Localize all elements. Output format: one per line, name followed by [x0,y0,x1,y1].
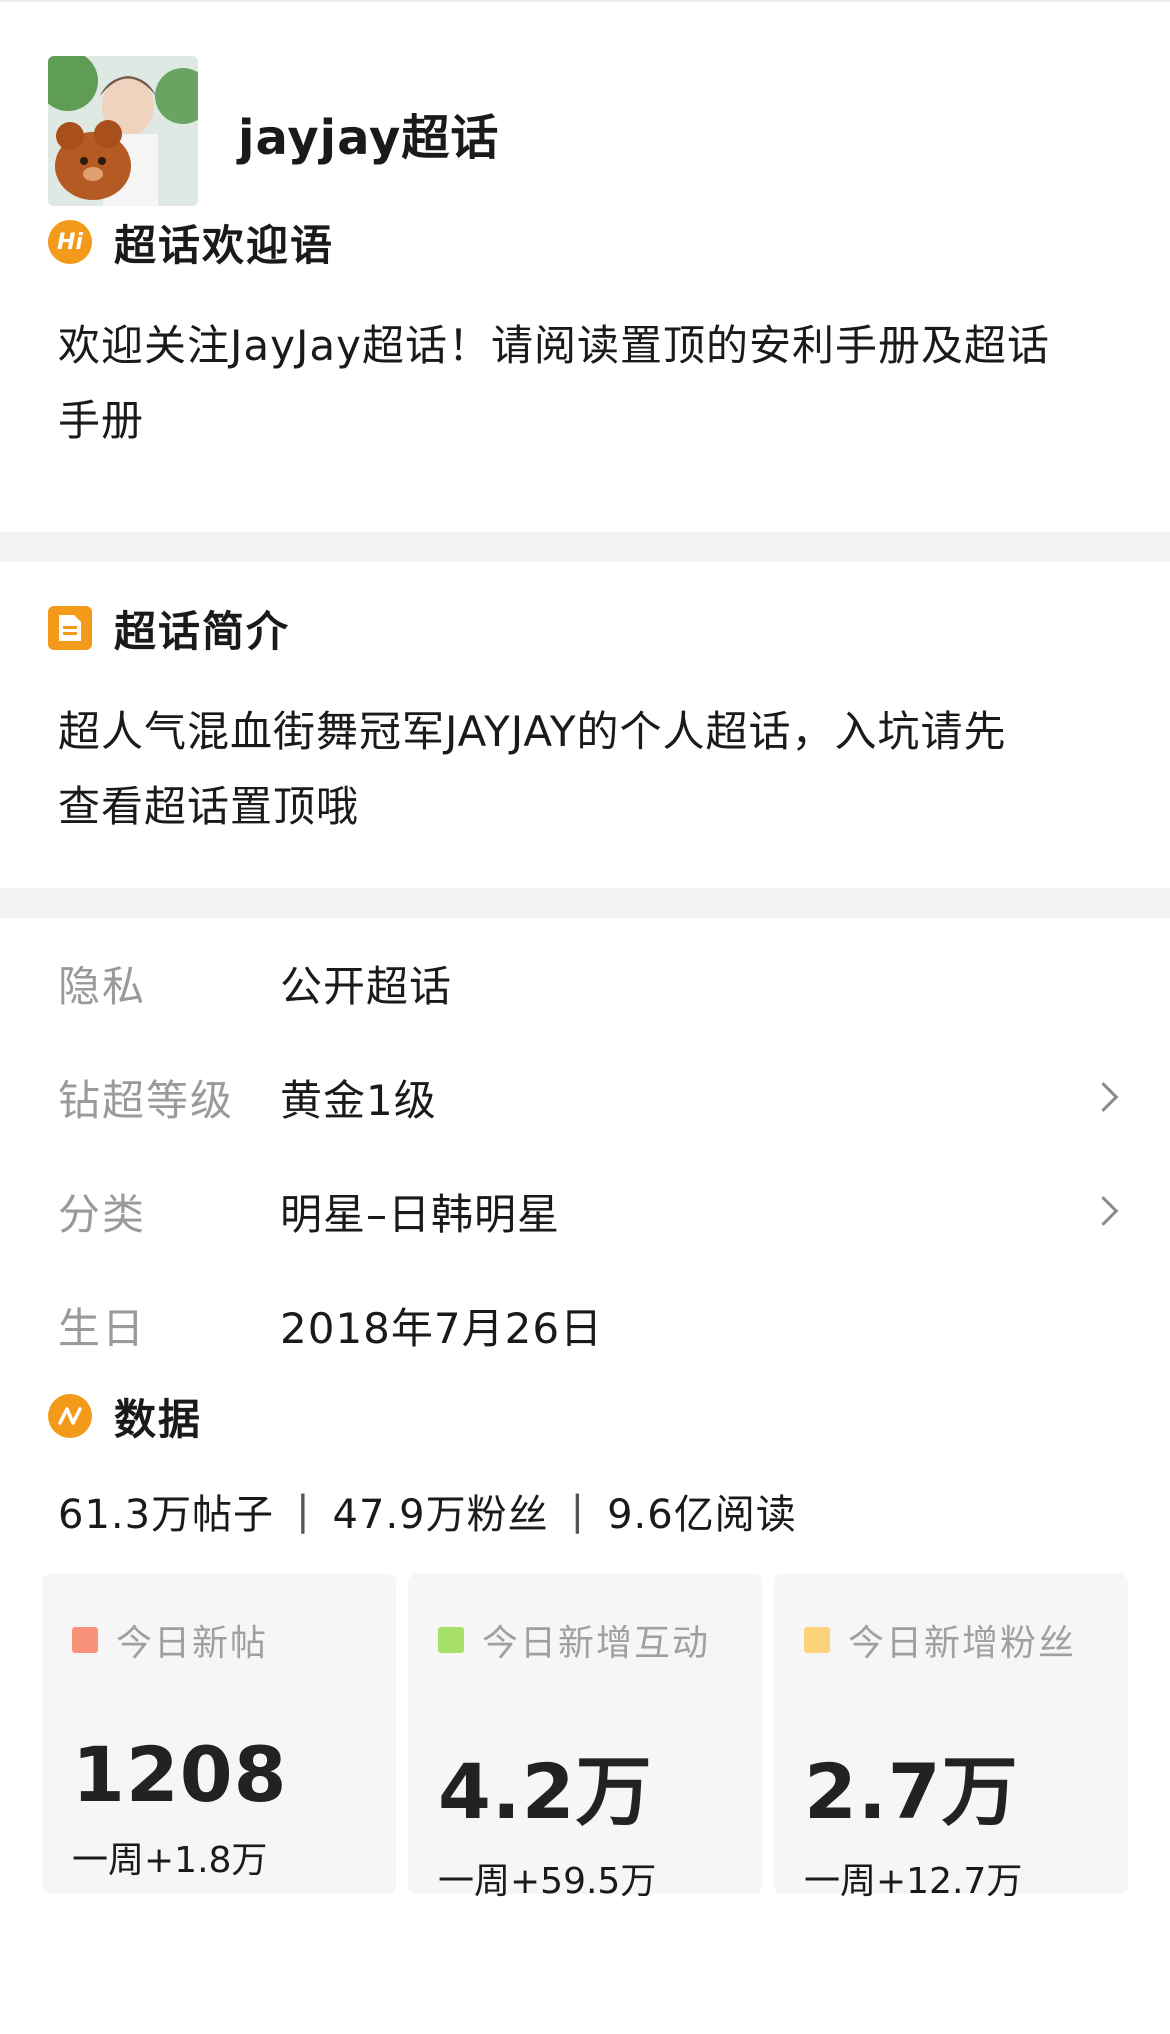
info-value: 明星–日韩明星 [280,1189,561,1239]
color-swatch [804,1627,830,1653]
card-weekly: 一周+12.7万 [804,1861,1023,1902]
card-label-row: 今日新帖 [72,1614,396,1666]
card-weekly: 一周+59.5万 [438,1861,657,1902]
info-row-privacy: 隐私 公开超话 [0,926,1170,1040]
data-section: 数据 61.3万帖子 | 47.9万粉丝 | 9.6亿阅读 今日新帖 1208 … [0,1382,1170,1902]
chevron-right-icon[interactable] [1088,1082,1119,1112]
intro-heading: 超话简介 [114,606,291,656]
info-list: 隐私 公开超话 钻超等级 黄金1级 分类 明星–日韩明星 生日 2018年7月2… [0,918,1170,1382]
welcome-line-2: 手册 [58,396,145,445]
intro-line-2: 查看超话置顶哦 [58,782,360,831]
stat-card-fans[interactable]: 今日新增粉丝 2.7万 一周+12.7万 [774,1574,1128,1902]
intro-heading-row: 超话简介 [0,598,1170,658]
welcome-section: Hi 超话欢迎语 欢迎关注JayJay超话！请阅读置顶的安利手册及超话 手册 [0,212,1170,532]
welcome-heading: 超话欢迎语 [114,220,335,270]
section-divider [0,888,1170,918]
intro-line-1: 超人气混血街舞冠军JAYJAY的个人超话，入坑请先 [58,707,1007,756]
posts-count: 61.3万帖子 [58,1492,275,1538]
page-title: jayjay超话 [238,110,500,166]
card-label-row: 今日新增粉丝 [804,1614,1128,1666]
info-label: 钻超等级 [58,1075,235,1125]
hi-icon: Hi [48,220,92,264]
card-weekly: 一周+1.8万 [72,1840,268,1881]
card-label-row: 今日新增互动 [438,1614,762,1666]
card-value: 1208 [72,1730,288,1819]
card-value: 2.7万 [804,1747,1019,1836]
info-label: 生日 [58,1303,147,1353]
info-row-category[interactable]: 分类 明星–日韩明星 [0,1154,1170,1268]
stat-card-interactions[interactable]: 今日新增互动 4.2万 一周+59.5万 [408,1574,762,1902]
info-label: 隐私 [58,961,147,1011]
separator: | [570,1488,586,1534]
info-label: 分类 [58,1189,147,1239]
info-value: 公开超话 [280,961,453,1011]
stat-card-posts[interactable]: 今日新帖 1208 一周+1.8万 [42,1574,396,1894]
reads-count: 9.6亿阅读 [607,1492,797,1538]
section-divider [0,532,1170,562]
card-label: 今日新帖 [116,1623,269,1664]
info-value: 2018年7月26日 [280,1303,604,1353]
stats-summary: 61.3万帖子 | 47.9万粉丝 | 9.6亿阅读 [0,1466,1170,1556]
welcome-heading-row: Hi 超话欢迎语 [0,212,1170,272]
document-icon [48,606,92,650]
avatar[interactable] [48,56,198,206]
chevron-right-icon[interactable] [1088,1196,1119,1226]
stats-cards: 今日新帖 1208 一周+1.8万 今日新增互动 4.2万 一周+59.5万 今… [0,1556,1170,1902]
color-swatch [438,1627,464,1653]
data-heading-row: 数据 [0,1386,1170,1446]
card-label: 今日新增互动 [482,1623,711,1664]
data-icon [48,1394,92,1438]
card-label: 今日新增粉丝 [848,1623,1077,1664]
data-heading: 数据 [114,1394,203,1444]
supertopic-header: jayjay超话 [0,2,1170,212]
card-value: 4.2万 [438,1747,653,1836]
welcome-text: 欢迎关注JayJay超话！请阅读置顶的安利手册及超话 手册 [0,308,1170,458]
welcome-line-1: 欢迎关注JayJay超话！请阅读置顶的安利手册及超话 [58,321,1050,370]
intro-section: 超话简介 超人气混血街舞冠军JAYJAY的个人超话，入坑请先 查看超话置顶哦 [0,562,1170,888]
fans-count: 47.9万粉丝 [332,1492,549,1538]
intro-text: 超人气混血街舞冠军JAYJAY的个人超话，入坑请先 查看超话置顶哦 [0,694,1170,844]
color-swatch [72,1627,98,1653]
info-row-birthday: 生日 2018年7月26日 [0,1268,1170,1382]
separator: | [296,1488,311,1534]
info-row-level[interactable]: 钻超等级 黄金1级 [0,1040,1170,1154]
info-value: 黄金1级 [280,1075,437,1125]
